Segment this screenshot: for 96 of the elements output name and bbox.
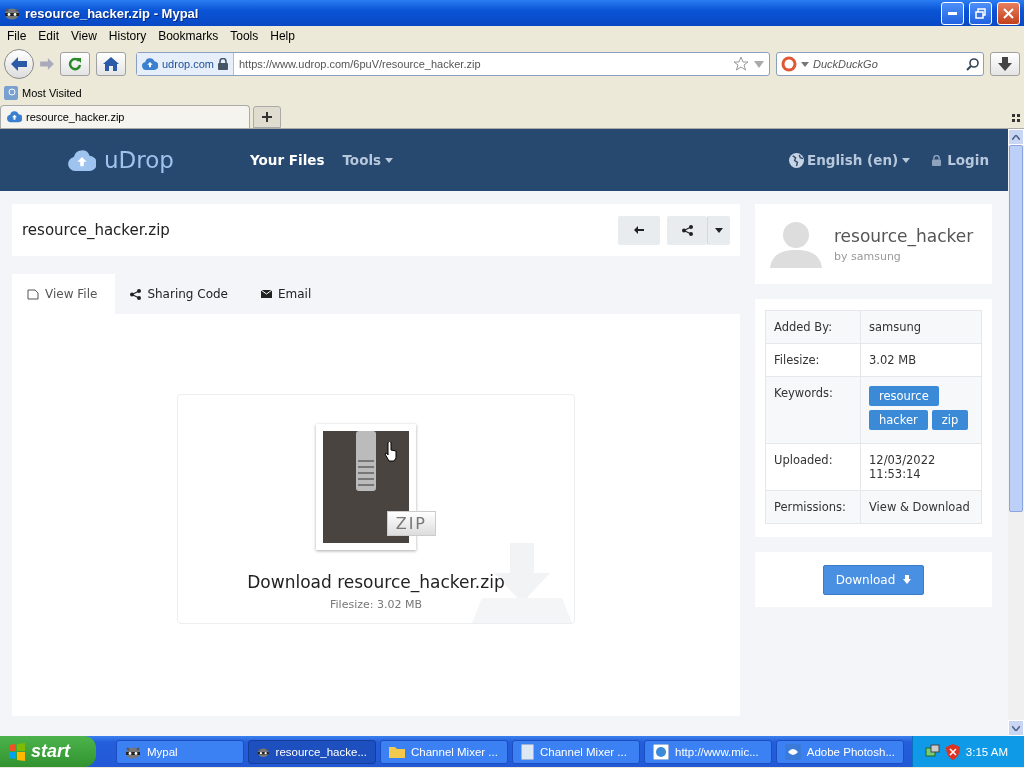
detail-value: 12/03/2022 11:53:14 bbox=[860, 443, 982, 491]
arrow-down-icon bbox=[903, 575, 912, 584]
envelope-icon bbox=[261, 290, 272, 298]
search-field[interactable]: DuckDuckGo bbox=[776, 52, 984, 76]
downloads-button[interactable] bbox=[990, 52, 1020, 76]
menu-item[interactable]: Bookmarks bbox=[153, 29, 226, 43]
caret-icon bbox=[715, 227, 723, 233]
site-logo[interactable]: uDrop bbox=[104, 147, 174, 173]
keyword-tag[interactable]: zip bbox=[931, 410, 969, 430]
folder-icon bbox=[389, 745, 405, 758]
app-icon bbox=[4, 6, 20, 20]
document-icon bbox=[521, 743, 534, 760]
share-dropdown-button[interactable] bbox=[707, 215, 730, 245]
cloud-upload-icon bbox=[68, 149, 96, 171]
home-icon bbox=[103, 57, 119, 71]
back-arrow-icon bbox=[11, 57, 27, 71]
caret-icon bbox=[902, 157, 911, 163]
web-page-icon bbox=[653, 743, 669, 760]
share-icon bbox=[130, 288, 142, 300]
share-icon bbox=[681, 224, 693, 236]
login-link[interactable]: Login bbox=[947, 152, 989, 168]
reload-icon bbox=[68, 57, 82, 71]
back-arrow-icon bbox=[634, 226, 644, 234]
clock: 3:15 AM bbox=[965, 745, 1008, 758]
owner-byline: by samsung bbox=[834, 249, 902, 263]
file-tab[interactable]: Sharing Code bbox=[115, 274, 246, 314]
url-text: https://www.udrop.com/6puV/resource_hacker.zip bbox=[238, 58, 482, 70]
search-engine-icon bbox=[781, 56, 797, 72]
plus-icon bbox=[262, 112, 272, 122]
minimize-icon bbox=[948, 11, 957, 15]
hand-cursor-icon bbox=[384, 442, 398, 462]
nav-link[interactable]: Tools bbox=[342, 152, 394, 168]
tab-list-icon[interactable] bbox=[1012, 114, 1020, 122]
owner-name: resource_hacker bbox=[834, 225, 974, 246]
taskbar-item[interactable]: Mypal bbox=[116, 739, 244, 764]
taskbar-item[interactable]: Adobe Photosh... bbox=[776, 739, 904, 764]
download-title: Download resource_hacker.zip bbox=[247, 572, 505, 592]
taskbar-item[interactable]: resource_hacke... bbox=[248, 739, 376, 764]
cloud-icon bbox=[7, 111, 22, 123]
shield-icon bbox=[945, 743, 960, 760]
cloud-icon bbox=[142, 58, 158, 70]
close-button[interactable] bbox=[997, 1, 1020, 25]
detail-value: 3.02 MB bbox=[860, 343, 982, 377]
caret-icon bbox=[385, 157, 394, 163]
file-title: resource_hacker.zip bbox=[22, 221, 171, 239]
detail-label: Keywords: bbox=[765, 376, 861, 444]
scrollbar[interactable] bbox=[1008, 129, 1024, 736]
raccoon-icon bbox=[125, 744, 141, 759]
taskbar-item[interactable]: Channel Mixer ... bbox=[512, 739, 640, 764]
taskbar-item[interactable]: Channel Mixer ... bbox=[380, 739, 508, 764]
eye-logo-icon bbox=[785, 743, 801, 760]
detail-label: Uploaded: bbox=[765, 443, 861, 491]
browser-tab[interactable]: resource_hacker.zip bbox=[0, 105, 250, 128]
globe-icon bbox=[789, 152, 804, 168]
detail-label: Filesize: bbox=[765, 343, 861, 377]
keyword-tag[interactable]: resource bbox=[869, 386, 939, 406]
home-button[interactable] bbox=[96, 52, 126, 76]
nav-link[interactable]: Your Files bbox=[250, 152, 325, 168]
menu-item[interactable]: Tools bbox=[225, 29, 266, 43]
close-icon bbox=[1003, 7, 1014, 19]
share-button[interactable] bbox=[667, 215, 707, 245]
detail-label: Added By: bbox=[765, 310, 861, 344]
menu-item[interactable]: History bbox=[103, 29, 154, 43]
bookmark-icon bbox=[4, 86, 18, 100]
back-button[interactable] bbox=[618, 215, 660, 245]
download-arrow-icon bbox=[998, 57, 1012, 71]
file-tab[interactable]: View File bbox=[12, 274, 116, 314]
lock-icon bbox=[932, 154, 942, 166]
bookmark-item[interactable]: Most Visited bbox=[22, 87, 82, 99]
search-icon[interactable] bbox=[966, 57, 979, 71]
restore-icon bbox=[975, 7, 986, 19]
language-menu[interactable]: English (en) bbox=[807, 152, 911, 168]
detail-value: View & Download bbox=[860, 490, 982, 524]
address-bar[interactable]: udrop.com https://www.udrop.com/6puV/resource_hacker.zip bbox=[136, 52, 770, 76]
windows-logo-icon bbox=[8, 742, 26, 761]
lock-icon bbox=[218, 58, 228, 70]
menu-item[interactable]: View bbox=[66, 29, 104, 43]
taskbar-item[interactable]: http://www.mic... bbox=[644, 739, 772, 764]
window-title: resource_hacker.zip - Mypal bbox=[25, 5, 200, 21]
avatar-icon bbox=[770, 220, 822, 268]
menu-item[interactable]: File bbox=[2, 29, 34, 43]
file-tab[interactable]: Email bbox=[246, 274, 330, 314]
menu-item[interactable]: Help bbox=[265, 29, 302, 43]
minimize-button[interactable] bbox=[941, 1, 964, 25]
keyword-tag[interactable]: hacker bbox=[869, 410, 928, 430]
caret-icon bbox=[801, 61, 809, 67]
detail-value: samsung bbox=[860, 310, 982, 344]
back-button[interactable] bbox=[4, 49, 34, 79]
reload-button[interactable] bbox=[60, 52, 90, 76]
new-tab-button[interactable] bbox=[253, 106, 281, 128]
detail-label: Permissions: bbox=[765, 490, 861, 524]
restore-button[interactable] bbox=[969, 1, 992, 25]
network-icon bbox=[924, 744, 940, 759]
menu-item[interactable]: Edit bbox=[33, 29, 67, 43]
file-size: Filesize: 3.02 MB bbox=[330, 598, 422, 611]
star-icon[interactable] bbox=[733, 56, 749, 72]
